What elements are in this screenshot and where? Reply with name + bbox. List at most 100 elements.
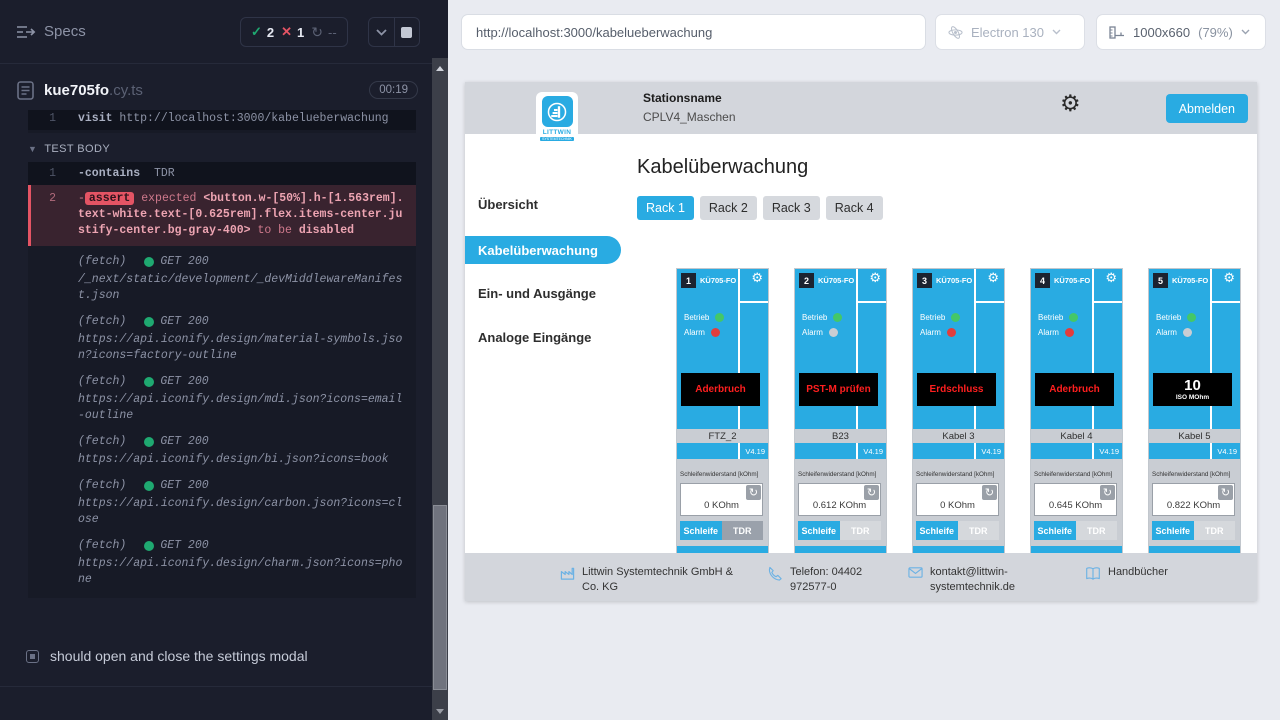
loop-panel: Schleifenwiderstand [kOhm] ↻ 0.822 KOhm …: [1149, 459, 1240, 546]
tdr-button[interactable]: TDR: [722, 521, 764, 540]
betrieb-led: [951, 313, 960, 322]
url-input[interactable]: [461, 14, 926, 50]
spec-file-ext: .cy.ts: [109, 82, 143, 99]
line-number: 1: [28, 111, 68, 126]
fetch-label: (fetch): [78, 254, 126, 270]
device-settings-icon[interactable]: ⚙: [1105, 272, 1117, 285]
runner-controls: [368, 17, 420, 47]
chevron-down-icon: ▼: [28, 144, 37, 154]
failed-assert-row[interactable]: 2 -assert expected <button.w-[50%].h-[1.…: [28, 185, 416, 246]
firmware-version: V4.19: [1099, 447, 1119, 456]
assert-state: disabled: [299, 224, 354, 237]
status-text: Erdschluss: [930, 384, 984, 395]
refresh-icon[interactable]: ↻: [864, 485, 879, 500]
device-card-1: 1 KÜ705-FO ⚙ Betrieb Alarm Aderbruch FTZ…: [676, 268, 769, 557]
nav-item-ein-und-ausgaenge[interactable]: Ein- und Ausgänge: [478, 286, 596, 301]
divider: [0, 686, 432, 687]
tdr-button[interactable]: TDR: [958, 521, 1000, 540]
tab-rack-1[interactable]: Rack 1: [637, 196, 694, 220]
viewport-size-select[interactable]: 1000x660 (79%): [1096, 14, 1266, 50]
fetch-label: (fetch): [78, 434, 126, 450]
stop-run-button[interactable]: [394, 18, 420, 46]
fetch-url: /_next/static/development/_devMiddleware…: [78, 272, 404, 304]
slot-number: 2: [799, 273, 814, 288]
logout-button[interactable]: Abmelden: [1166, 94, 1248, 123]
alarm-led: [711, 328, 720, 337]
footer-manuals[interactable]: Handbücher: [1085, 565, 1168, 581]
tdr-button[interactable]: TDR: [840, 521, 882, 540]
betrieb-led: [1069, 313, 1078, 322]
browser-select[interactable]: Electron 130: [935, 14, 1085, 50]
test-body-section-header[interactable]: ▼ TEST BODY: [28, 140, 416, 158]
tdr-button[interactable]: TDR: [1076, 521, 1118, 540]
fetch-log-row[interactable]: (fetch)GET 200 https://api.iconify.desig…: [28, 530, 416, 590]
footer-email[interactable]: kontakt@littwin-systemtechnik.de: [908, 565, 1020, 595]
tab-rack-2[interactable]: Rack 2: [700, 196, 757, 220]
device-settings-icon[interactable]: ⚙: [1223, 272, 1235, 285]
betrieb-led: [715, 313, 724, 322]
spec-file-row[interactable]: kue705fo.cy.ts 00:19: [0, 72, 432, 108]
fetch-log-row[interactable]: (fetch)GET 200 https://api.iconify.desig…: [28, 366, 416, 426]
chevron-down-icon: [376, 29, 387, 36]
tdr-button[interactable]: TDR: [1194, 521, 1236, 540]
tab-rack-3[interactable]: Rack 3: [763, 196, 820, 220]
loop-resistance-label: Schleifenwiderstand [kOhm]: [798, 471, 876, 478]
refresh-icon[interactable]: ↻: [982, 485, 997, 500]
pending-test-row[interactable]: should open and close the settings modal: [0, 648, 432, 664]
schleife-button[interactable]: Schleife: [798, 521, 840, 540]
loop-value: 0.645 KOhm: [1035, 500, 1116, 511]
specs-menu-button[interactable]: Specs: [16, 23, 86, 40]
nav-item-kabelueberwachung[interactable]: Kabelüberwachung: [465, 236, 621, 264]
tab-rack-4[interactable]: Rack 4: [826, 196, 883, 220]
command-arg: http://localhost:3000/kabelueberwachung: [119, 112, 388, 125]
schleife-button[interactable]: Schleife: [680, 521, 722, 540]
device-model: KÜ705-FO: [1172, 276, 1208, 285]
device-card-4: 4 KÜ705-FO ⚙ Betrieb Alarm Aderbruch Kab…: [1030, 268, 1123, 557]
device-settings-icon[interactable]: ⚙: [869, 272, 881, 285]
fetch-log-row[interactable]: (fetch)GET 200 /_next/static/development…: [28, 246, 416, 306]
refresh-icon[interactable]: ↻: [1218, 485, 1233, 500]
device-settings-icon[interactable]: ⚙: [751, 272, 763, 285]
refresh-icon[interactable]: ↻: [746, 485, 761, 500]
specs-label: Specs: [44, 23, 86, 40]
command-name: visit: [78, 112, 113, 125]
loop-panel: Schleifenwiderstand [kOhm] ↻ 0 KOhm Schl…: [677, 459, 768, 546]
collapse-button[interactable]: [369, 18, 394, 46]
assert-middle: to be: [257, 224, 292, 237]
fetch-log-row[interactable]: (fetch)GET 200 https://api.iconify.desig…: [28, 306, 416, 366]
device-card-2: 2 KÜ705-FO ⚙ Betrieb Alarm PST-M prüfen …: [794, 268, 887, 557]
fetch-label: (fetch): [78, 538, 126, 554]
status-display: PST-M prüfen: [799, 373, 878, 406]
settings-gear-icon[interactable]: ⚙: [1060, 93, 1081, 116]
fetch-method: GET 200: [160, 478, 208, 494]
schleife-button[interactable]: Schleife: [916, 521, 958, 540]
page-title: Kabelüberwachung: [637, 156, 808, 179]
contains-command-row[interactable]: 1 -contains TDR: [28, 162, 416, 185]
fetch-log-row[interactable]: (fetch)GET 200 https://api.iconify.desig…: [28, 426, 416, 470]
scroll-down-arrow-icon[interactable]: [436, 709, 444, 714]
scroll-up-arrow-icon[interactable]: [436, 66, 444, 71]
reporter-scrollbar[interactable]: [432, 58, 448, 720]
nav-item-uebersicht[interactable]: Übersicht: [478, 197, 538, 212]
pending-icon: ↻: [311, 24, 323, 41]
schleife-button[interactable]: Schleife: [1034, 521, 1076, 540]
visit-command-row[interactable]: 1 visit http://localhost:3000/kabelueber…: [28, 110, 416, 130]
schleife-button[interactable]: Schleife: [1152, 521, 1194, 540]
viewport-size: 1000x660: [1133, 25, 1190, 40]
alarm-label: Alarm: [802, 328, 823, 337]
fetch-url: https://api.iconify.design/bi.json?icons…: [78, 452, 404, 468]
test-body-label: TEST BODY: [44, 143, 110, 155]
fetch-method: GET 200: [160, 314, 208, 330]
factory-icon: [560, 566, 575, 581]
betrieb-label: Betrieb: [1038, 313, 1063, 322]
scrollbar-thumb[interactable]: [433, 505, 447, 690]
alarm-led: [1065, 328, 1074, 337]
nav-item-analoge-eingaenge[interactable]: Analoge Eingänge: [478, 330, 591, 345]
fetch-log-row[interactable]: (fetch)GET 200 https://api.iconify.desig…: [28, 470, 416, 530]
rack-tabs: Rack 1 Rack 2 Rack 3 Rack 4: [637, 196, 883, 220]
command-name: -contains: [78, 167, 140, 180]
device-settings-icon[interactable]: ⚙: [987, 272, 999, 285]
book-icon: [1085, 566, 1101, 581]
alarm-led: [947, 328, 956, 337]
refresh-icon[interactable]: ↻: [1100, 485, 1115, 500]
